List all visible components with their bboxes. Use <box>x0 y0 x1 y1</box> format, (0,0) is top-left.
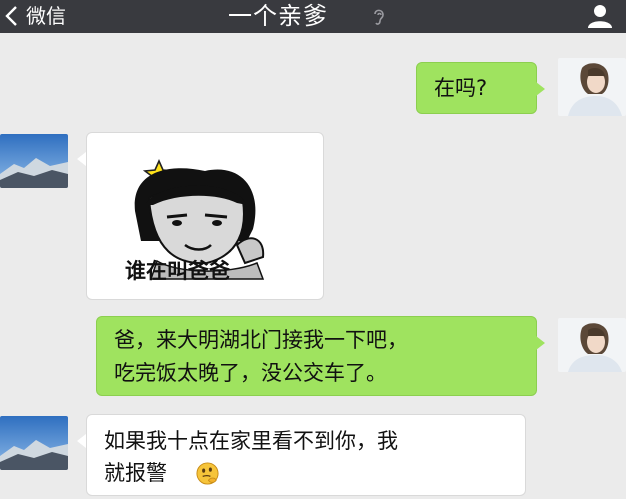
message-text-line: 爸，来大明湖北门接我一下吧， <box>114 328 408 352</box>
chevron-left-icon <box>5 6 17 26</box>
person-icon[interactable] <box>584 2 616 30</box>
dad-avatar[interactable] <box>0 134 68 188</box>
bubble-tail <box>77 152 86 166</box>
dad-avatar[interactable] <box>0 416 68 470</box>
girl-avatar-image <box>558 318 626 372</box>
my-avatar[interactable] <box>558 58 626 116</box>
outgoing-message-bubble[interactable]: 爸，来大明湖北门接我一下吧， 吃完饭太晚了，没公交车了。 <box>96 316 537 396</box>
ear-icon <box>374 9 384 25</box>
chat-header: 微信 一个亲爹 <box>0 0 626 33</box>
incoming-message-bubble[interactable]: 如果我十点在家里看不到你，我 就报警 <box>86 414 526 496</box>
mountain-avatar-image <box>0 134 68 188</box>
bubble-tail <box>536 336 545 350</box>
bubble-tail <box>536 82 545 96</box>
message-text-line: 如果我十点在家里看不到你，我 <box>104 429 398 453</box>
back-label: 微信 <box>26 4 66 28</box>
message-row: 爸，来大明湖北门接我一下吧， 吃完饭太晚了，没公交车了。 <box>0 314 626 398</box>
message-row: 在吗? <box>0 58 626 120</box>
message-text-line: 吃完饭太晚了，没公交车了。 <box>114 361 387 385</box>
sticker-caption: 谁在叫爸爸 <box>125 259 230 283</box>
sticker-message[interactable]: 谁在叫爸爸 <box>86 132 324 300</box>
mountain-avatar-image <box>0 416 68 470</box>
outgoing-message-bubble[interactable]: 在吗? <box>416 62 537 114</box>
message-text-line: 就报警 <box>104 461 167 485</box>
message-text: 在吗? <box>434 76 488 100</box>
thinking-emoji-icon <box>196 462 219 485</box>
back-button[interactable]: 微信 <box>0 0 100 33</box>
my-avatar[interactable] <box>558 318 626 372</box>
chat-title: 一个亲爹 <box>228 2 328 30</box>
girl-avatar-image <box>558 58 626 116</box>
bubble-tail <box>77 434 86 448</box>
message-row: 谁在叫爸爸 <box>0 130 626 302</box>
message-row: 如果我十点在家里看不到你，我 就报警 <box>0 412 626 499</box>
